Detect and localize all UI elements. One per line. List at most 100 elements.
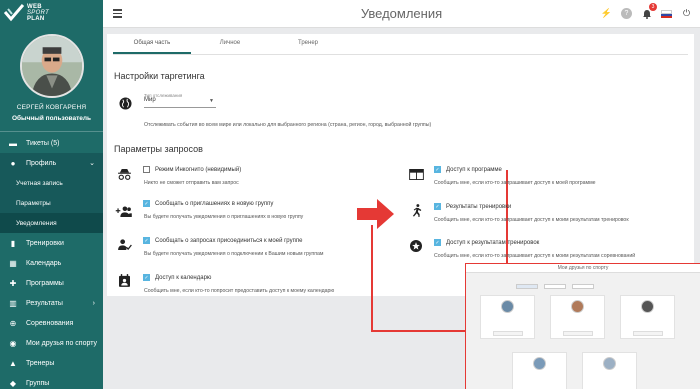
power-icon[interactable]: ⏻ [681, 8, 692, 19]
sidebar: WEB SPORT PLAN СЕРГЕЙ КОВГАРЕНЯ Обычный … [0, 0, 103, 389]
friend-card[interactable] [550, 295, 605, 339]
user-name: СЕРГЕЙ КОВГАРЕНЯ [16, 104, 87, 111]
graduation-cap-icon: ▲ [9, 358, 17, 368]
option-training-results[interactable]: ✓ Результаты тренировки [434, 203, 511, 210]
competition-results-checkbox[interactable]: ✓ [434, 239, 441, 246]
plus-circle-icon: ⊕ [9, 318, 17, 328]
annotation-connector-horizontal [373, 330, 467, 332]
avatar-photo [21, 36, 82, 96]
notification-badge: 3 [649, 3, 657, 11]
calendar-access-description: Сообщить мне, если кто-то попросит предо… [144, 288, 335, 294]
globe-icon [119, 97, 132, 112]
avatar[interactable] [19, 34, 84, 98]
tracking-type-select[interactable]: Мир ▼ [144, 97, 216, 108]
option-incognito[interactable]: Режим Инкогнито (невидимый) [143, 166, 241, 173]
running-person-icon [407, 203, 425, 217]
inset-tab-3[interactable] [572, 284, 594, 289]
friend-avatar [501, 300, 514, 313]
sidebar-item-notifications[interactable]: Уведомления [0, 213, 103, 233]
help-icon[interactable]: ? [621, 8, 632, 19]
inset-tab-1[interactable] [516, 284, 538, 289]
friend-avatar [603, 357, 616, 370]
sidebar-item-competitions[interactable]: ⊕ Соревнования [0, 313, 103, 333]
chat-icon: ◉ [9, 338, 17, 348]
inset-tabs [516, 284, 594, 289]
friend-card[interactable] [512, 352, 567, 389]
sidebar-item-programs[interactable]: ✚ Программы [0, 273, 103, 293]
sidebar-item-calendar[interactable]: ▦ Календарь [0, 253, 103, 273]
friend-avatar [641, 300, 654, 313]
person-check-icon [115, 237, 133, 251]
join-requests-checkbox[interactable]: ✓ [143, 237, 150, 244]
friend-card[interactable] [582, 352, 637, 389]
incognito-icon [115, 167, 133, 181]
option-program-access[interactable]: ✓ Доступ к программе [434, 166, 502, 173]
inset-header: Мои друзья по спорту [466, 264, 700, 273]
puzzle-icon: ✚ [9, 278, 17, 288]
sidebar-item-sport-friends[interactable]: ◉ Мои друзья по спорту [0, 333, 103, 353]
toolbar-icons: ⚡ ? 3 ⏻ [601, 3, 692, 19]
competition-results-description: Сообщить мне, если кто-то запрашивает до… [434, 253, 636, 259]
logo-text: WEB SPORT PLAN [27, 4, 50, 22]
sidebar-item-trainings[interactable]: ▮ Тренировки [0, 233, 103, 253]
person-icon: ● [10, 158, 16, 168]
sidebar-item-parameters[interactable]: Параметры [0, 193, 103, 213]
app-logo[interactable]: WEB SPORT PLAN [0, 0, 103, 26]
tab-coach[interactable]: Тренер [269, 40, 347, 54]
friend-avatar [571, 300, 584, 313]
program-table-icon [407, 167, 425, 181]
group-invites-checkbox[interactable]: ✓ [143, 200, 150, 207]
bell-icon[interactable]: 3 [641, 3, 657, 19]
logo-check-icon [4, 4, 24, 22]
training-results-description: Сообщить мне, если кто-то запрашивает до… [434, 217, 629, 223]
chevron-down-icon: ⌄ [89, 160, 95, 167]
calendar-person-icon [115, 273, 133, 287]
incognito-description: Никто не сможет отправить вам запрос [144, 180, 239, 186]
friend-avatar [533, 357, 546, 370]
sidebar-item-coaches[interactable]: ▲ Тренеры [0, 353, 103, 373]
targeting-description: Отслеживать события во всем мире или лок… [144, 122, 432, 128]
chevron-right-icon: › [92, 299, 95, 307]
tab-bar: Общая часть Личное Тренер [113, 40, 347, 54]
requests-section-title: Параметры запросов [114, 144, 203, 154]
star-circle-icon [407, 239, 425, 253]
sidebar-menu: ▬ Тикеты (5) ● Профиль ⌄ Учетная запись … [0, 131, 103, 389]
tab-general[interactable]: Общая часть [113, 40, 191, 54]
group-add-icon [115, 204, 133, 218]
program-access-checkbox[interactable]: ✓ [434, 166, 441, 173]
calendar-icon: ▦ [9, 258, 17, 268]
friend-card[interactable] [620, 295, 675, 339]
training-results-checkbox[interactable]: ✓ [434, 203, 441, 210]
top-bar: Уведомления ⚡ ? 3 ⏻ [103, 0, 700, 28]
sidebar-item-results[interactable]: ▥ Результаты › [0, 293, 103, 313]
calendar-access-checkbox[interactable]: ✓ [143, 274, 150, 281]
settings-card: Общая часть Личное Тренер Настройки тарг… [107, 34, 694, 296]
user-role: Обычный пользователь [11, 115, 92, 122]
group-icon: ◆ [9, 378, 17, 388]
option-join-requests[interactable]: ✓ Сообщать о запросах присоединиться к м… [143, 237, 302, 244]
sidebar-item-groups[interactable]: ◆ Группы [0, 373, 103, 389]
language-flag-icon[interactable] [661, 9, 672, 18]
option-group-invites[interactable]: ✓ Сообщать о приглашениях в новую группу [143, 200, 273, 207]
ticket-icon: ▬ [9, 138, 17, 148]
lightning-icon[interactable]: ⚡ [601, 8, 612, 19]
option-competition-results[interactable]: ✓ Доступ к результатам тренировок [434, 239, 539, 246]
option-calendar-access[interactable]: ✓ Доступ к календарю [143, 274, 211, 281]
annotation-arrow-icon [357, 199, 394, 229]
sidebar-item-account[interactable]: Учетная запись [0, 173, 103, 193]
targeting-section-title: Настройки таргетинга [114, 71, 205, 81]
friend-card[interactable] [480, 295, 535, 339]
incognito-checkbox[interactable] [143, 166, 150, 173]
caret-down-icon: ▼ [209, 98, 214, 104]
sidebar-item-tickets[interactable]: ▬ Тикеты (5) [0, 133, 103, 153]
join-requests-description: Вы будете получать уведомления о подключ… [144, 251, 324, 257]
program-access-description: Сообщить мне, если кто-то запрашивает до… [434, 180, 596, 186]
dumbbell-icon: ▮ [10, 238, 16, 248]
group-invites-description: Вы будете получать уведомления о приглаш… [144, 214, 304, 220]
bar-chart-icon: ▥ [9, 298, 17, 308]
tab-personal[interactable]: Личное [191, 40, 269, 54]
sport-friends-preview: Мои друзья по спорту [465, 263, 700, 389]
inset-tab-2[interactable] [544, 284, 566, 289]
annotation-connector-vertical [371, 225, 373, 332]
sidebar-item-profile[interactable]: ● Профиль ⌄ [0, 153, 103, 173]
